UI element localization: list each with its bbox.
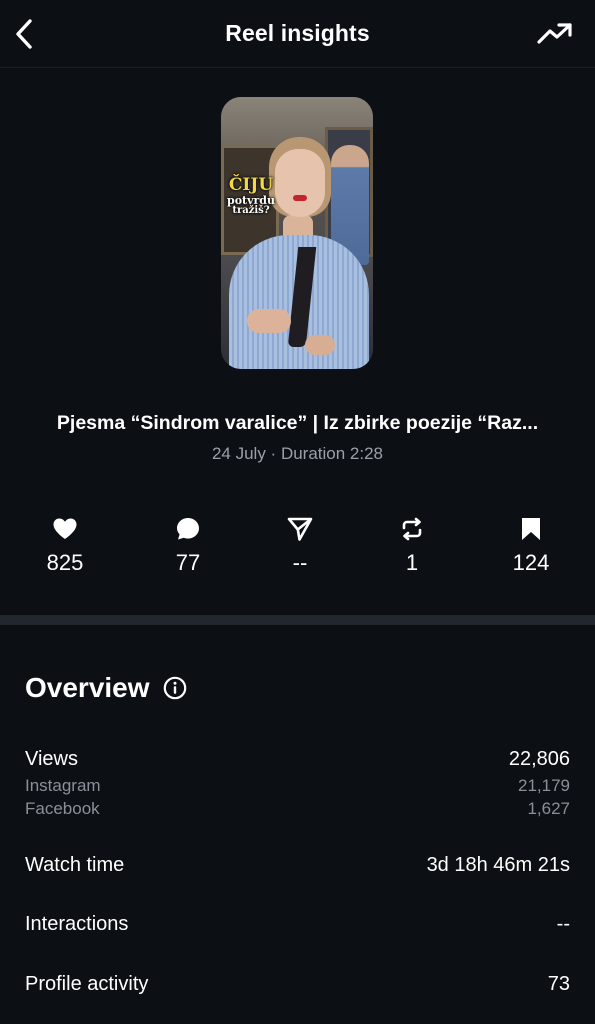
- header: Reel insights: [0, 0, 595, 68]
- profile-activity-row[interactable]: Profile activity 73: [25, 973, 570, 996]
- bookmark-icon: [522, 518, 540, 540]
- reel-thumbnail[interactable]: ČIJU potvrdu tražiš?: [221, 97, 373, 369]
- likes-stat: 825: [20, 512, 110, 576]
- shares-stat: --: [255, 512, 345, 576]
- repost-icon: [402, 517, 422, 541]
- thumbnail-caption: ČIJU potvrdu tražiš?: [223, 175, 279, 217]
- facebook-value: 1,627: [527, 799, 570, 818]
- comments-count: 77: [175, 550, 201, 575]
- saves-stat: 124: [486, 512, 576, 576]
- interactions-label: Interactions: [25, 913, 129, 935]
- engagement-stats: 825 77 -- 1 124: [0, 512, 595, 582]
- profile-activity-label: Profile activity: [25, 973, 149, 995]
- watch-time-label: Watch time: [25, 854, 125, 876]
- trending-up-icon: [537, 23, 572, 44]
- views-label: Views: [25, 748, 78, 770]
- reposts-stat: 1: [367, 512, 457, 576]
- interactions-row[interactable]: Interactions --: [25, 913, 570, 936]
- reposts-count: 1: [405, 550, 419, 575]
- trend-button[interactable]: [535, 18, 575, 50]
- interactions-value: --: [556, 913, 570, 935]
- thumbnail-hand: [247, 309, 291, 333]
- page-title: Reel insights: [225, 20, 370, 46]
- overview-header: Overview: [25, 672, 187, 704]
- views-value: 22,806: [508, 748, 570, 770]
- instagram-value: 21,179: [518, 776, 570, 795]
- watch-time-row[interactable]: Watch time 3d 18h 46m 21s: [25, 854, 570, 877]
- likes-count: 825: [46, 550, 84, 575]
- overview-info-button[interactable]: [163, 676, 187, 700]
- shares-count: --: [292, 550, 308, 575]
- views-row: Views 22,806: [25, 748, 570, 771]
- instagram-label: Instagram: [25, 776, 101, 795]
- facebook-views-row: Facebook 1,627: [25, 799, 570, 819]
- profile-activity-value: 73: [547, 973, 570, 995]
- section-divider: [0, 615, 595, 625]
- thumbnail-lips: [293, 195, 307, 201]
- facebook-label: Facebook: [25, 799, 100, 818]
- comment-icon: [177, 518, 199, 540]
- heart-icon: [53, 518, 77, 539]
- thumbnail-face: [275, 149, 325, 217]
- reel-title: Pjesma “Sindrom varalice” | Iz zbirke po…: [56, 412, 539, 434]
- thumbnail-caption-line-3: tražiš?: [232, 205, 270, 217]
- watch-time-value: 3d 18h 46m 21s: [426, 854, 570, 876]
- share-icon: [287, 517, 313, 541]
- comments-stat: 77: [143, 512, 233, 576]
- instagram-views-row: Instagram 21,179: [25, 776, 570, 796]
- thumbnail-hand-2: [305, 335, 335, 355]
- reel-date-duration: 24 July · Duration 2:28: [211, 444, 384, 463]
- saves-count: 124: [512, 550, 550, 575]
- info-icon: [163, 676, 186, 700]
- reel-insights-screen: Reel insights ČIJU potvrdu tražiš? Pjesm…: [0, 0, 595, 1024]
- thumbnail-caption-line-1: ČIJU: [228, 175, 274, 195]
- overview-title: Overview: [25, 672, 150, 703]
